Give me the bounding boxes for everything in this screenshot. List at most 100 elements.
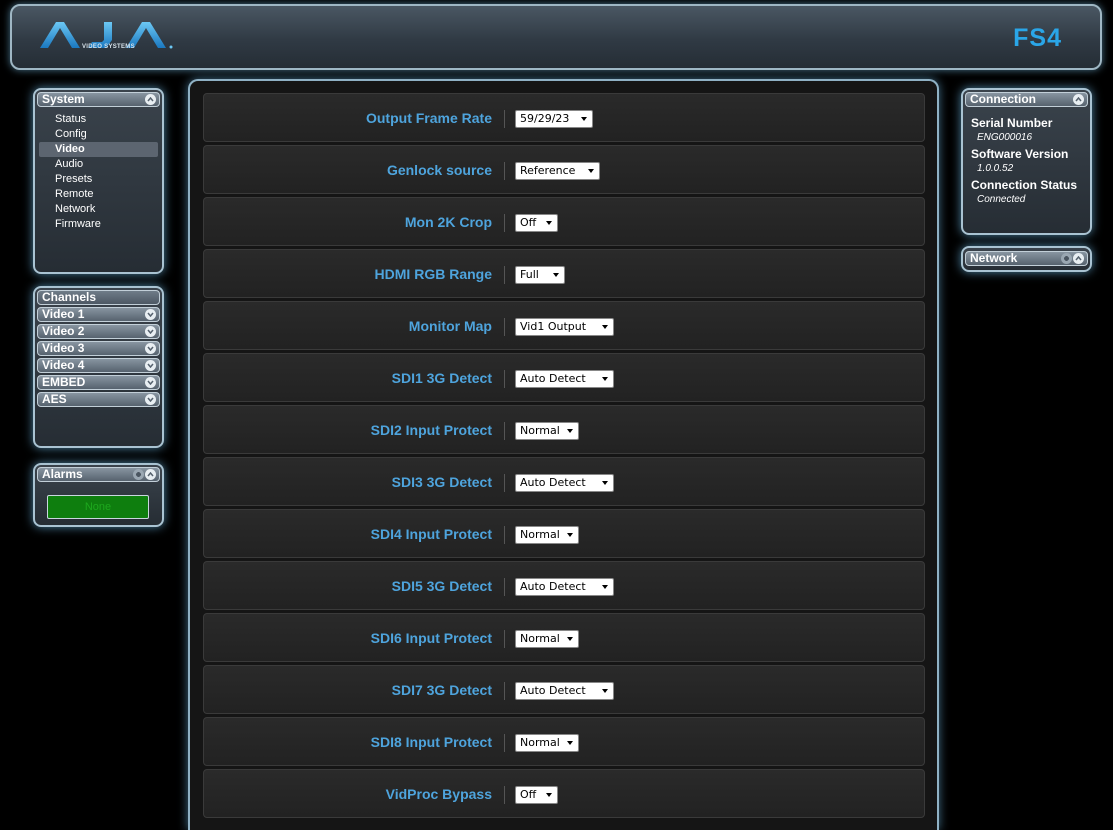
divider — [504, 734, 505, 752]
connection-panel-header[interactable]: Connection — [965, 92, 1088, 107]
setting-select-value: Off — [520, 788, 537, 801]
collapse-icon[interactable] — [1073, 94, 1084, 105]
channel-embed[interactable]: EMBED — [37, 375, 160, 390]
setting-label: HDMI RGB Range — [374, 266, 492, 282]
setting-label: SDI4 Input Protect — [370, 526, 492, 542]
divider — [504, 266, 505, 284]
setting-select[interactable]: Vid1 Output — [515, 318, 614, 336]
setting-select[interactable]: Full — [515, 266, 565, 284]
logo-subtitle: VIDEO SYSTEMS — [82, 44, 135, 50]
dropdown-arrow-icon — [553, 273, 559, 277]
collapse-icon[interactable] — [1073, 253, 1084, 264]
aja-logo — [40, 22, 173, 49]
setting-label: SDI6 Input Protect — [370, 630, 492, 646]
sidebar-item-presets[interactable]: Presets — [39, 172, 158, 187]
dropdown-arrow-icon — [602, 377, 608, 381]
system-panel-header[interactable]: System — [37, 92, 160, 107]
collapse-icon[interactable] — [145, 94, 156, 105]
expand-icon[interactable] — [145, 343, 156, 354]
software-version-value: 1.0.0.52 — [977, 163, 1014, 174]
setting-row: SDI4 Input Protect Normal — [203, 509, 925, 558]
sidebar-item-video[interactable]: Video — [39, 142, 158, 157]
setting-select[interactable]: Auto Detect — [515, 682, 614, 700]
setting-label: SDI3 3G Detect — [391, 474, 492, 490]
dropdown-arrow-icon — [588, 169, 594, 173]
collapse-icon[interactable] — [145, 469, 156, 480]
sidebar-item-network[interactable]: Network — [39, 202, 158, 217]
alarms-panel-header[interactable]: Alarms — [37, 467, 160, 482]
setting-label: SDI5 3G Detect — [391, 578, 492, 594]
connection-status-value: Connected — [977, 194, 1026, 205]
sidebar-item-config[interactable]: Config — [39, 127, 158, 142]
setting-select[interactable]: Reference — [515, 162, 600, 180]
setting-row: SDI1 3G Detect Auto Detect — [203, 353, 925, 402]
setting-row: Monitor Map Vid1 Output — [203, 301, 925, 350]
dropdown-arrow-icon — [567, 637, 573, 641]
software-version-label: Software Version — [971, 147, 1069, 161]
setting-label: Output Frame Rate — [365, 110, 492, 126]
setting-row: SDI7 3G Detect Auto Detect — [203, 665, 925, 714]
dropdown-arrow-icon — [602, 325, 608, 329]
setting-row: HDMI RGB Range Full — [203, 249, 925, 298]
serial-number-label: Serial Number — [971, 116, 1053, 130]
sidebar-item-remote[interactable]: Remote — [39, 187, 158, 202]
network-panel-header[interactable]: Network — [965, 251, 1088, 266]
setting-select[interactable]: Normal — [515, 526, 579, 544]
serial-number-value: ENG000016 — [977, 132, 1033, 143]
dropdown-arrow-icon — [602, 689, 608, 693]
alarms-panel: Alarms None — [33, 463, 164, 527]
setting-label: Mon 2K Crop — [404, 214, 492, 230]
setting-row: Mon 2K Crop Off — [203, 197, 925, 246]
setting-row: SDI2 Input Protect Normal — [203, 405, 925, 454]
setting-select-value: Auto Detect — [520, 372, 586, 385]
channels-panel-title: Channels — [42, 290, 97, 304]
channels-panel-header: Channels — [37, 290, 160, 305]
setting-select[interactable]: Auto Detect — [515, 474, 614, 492]
setting-select[interactable]: Auto Detect — [515, 370, 614, 388]
network-panel-title: Network — [970, 251, 1018, 265]
expand-icon[interactable] — [145, 326, 156, 337]
setting-row: Output Frame Rate 59/29/23 — [203, 93, 925, 142]
dropdown-arrow-icon — [602, 585, 608, 589]
setting-select[interactable]: Normal — [515, 630, 579, 648]
setting-select[interactable]: Normal — [515, 734, 579, 752]
channel-video-2[interactable]: Video 2 — [37, 324, 160, 339]
expand-icon[interactable] — [145, 360, 156, 371]
expand-icon[interactable] — [145, 309, 156, 320]
setting-select[interactable]: Off — [515, 214, 558, 232]
channels-panel: Channels Video 1 Video 2 Video 3 Video 4 EMB… — [33, 286, 164, 448]
setting-row: SDI5 3G Detect Auto Detect — [203, 561, 925, 610]
sidebar-item-audio[interactable]: Audio — [39, 157, 158, 172]
sidebar-item-firmware[interactable]: Firmware — [39, 217, 158, 232]
setting-select-value: Reference — [520, 164, 576, 177]
channels-list: Video 1 Video 2 Video 3 Video 4 EMBED AES — [37, 307, 160, 407]
video-settings-panel: Output Frame Rate 59/29/23 Genlock source R… — [188, 79, 939, 830]
setting-select[interactable]: Normal — [515, 422, 579, 440]
setting-select[interactable]: Auto Detect — [515, 578, 614, 596]
divider — [504, 422, 505, 440]
expand-icon[interactable] — [145, 394, 156, 405]
channel-video-1[interactable]: Video 1 — [37, 307, 160, 322]
setting-select-value: Normal — [520, 736, 560, 749]
divider — [504, 682, 505, 700]
expand-icon[interactable] — [145, 377, 156, 388]
setting-select[interactable]: 59/29/23 — [515, 110, 593, 128]
system-panel-title: System — [42, 92, 85, 106]
channel-video-3[interactable]: Video 3 — [37, 341, 160, 356]
channel-video-4[interactable]: Video 4 — [37, 358, 160, 373]
setting-label: SDI1 3G Detect — [391, 370, 492, 386]
setting-select-value: Auto Detect — [520, 580, 586, 593]
setting-select[interactable]: Off — [515, 786, 558, 804]
sidebar-item-status[interactable]: Status — [39, 112, 158, 127]
setting-row: SDI8 Input Protect Normal — [203, 717, 925, 766]
gear-icon[interactable] — [133, 469, 144, 480]
setting-select-value: Normal — [520, 528, 560, 541]
product-name: FS4 — [1013, 24, 1062, 52]
gear-icon[interactable] — [1061, 253, 1072, 264]
channel-aes[interactable]: AES — [37, 392, 160, 407]
dropdown-arrow-icon — [602, 481, 608, 485]
setting-label: Genlock source — [386, 162, 492, 178]
dropdown-arrow-icon — [546, 793, 552, 797]
setting-select-value: Off — [520, 216, 537, 229]
setting-label: Monitor Map — [408, 318, 492, 334]
